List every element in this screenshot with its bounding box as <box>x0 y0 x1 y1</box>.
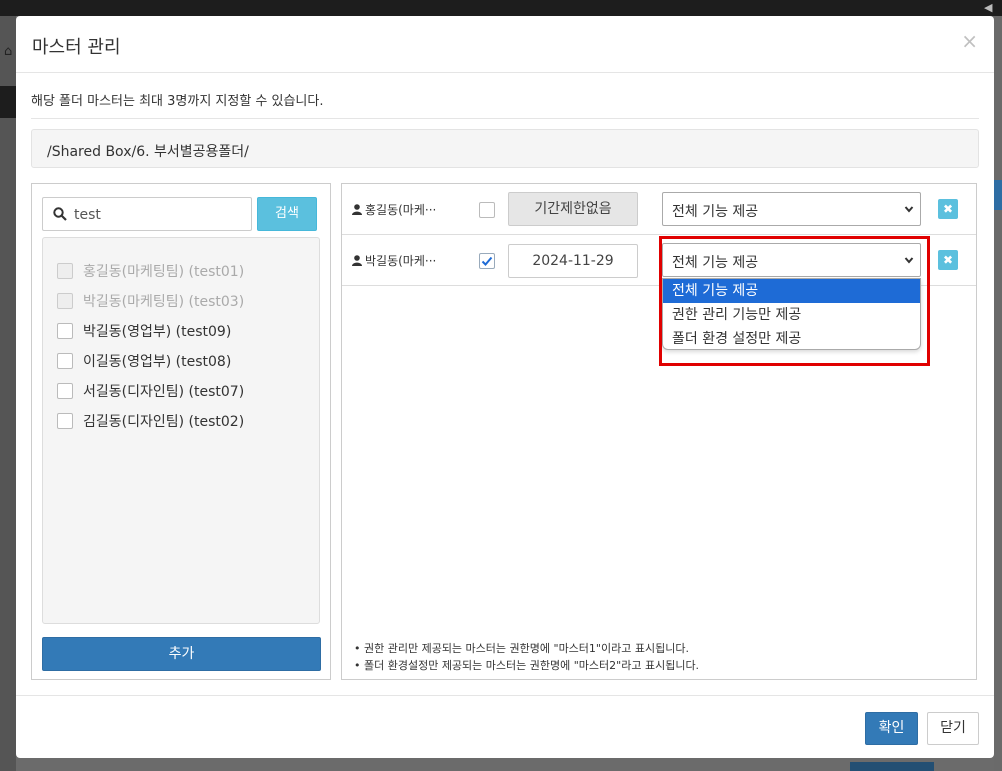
master-name-label: 박길동(마케··· <box>365 254 437 268</box>
remove-master-button[interactable]: ✖ <box>938 250 958 270</box>
search-input-value: test <box>74 207 101 223</box>
user-label: 김길동(디자인팀) (test02) <box>83 414 245 430</box>
note-master2: • 폴더 환경설정만 제공되는 마스터는 권한명에 "마스터2"라고 표시됩니다… <box>354 659 700 672</box>
list-item[interactable]: 서길동(디자인팀) (test07) <box>57 382 244 400</box>
search-icon <box>53 207 67 221</box>
modal-header: 마스터 관리 × <box>16 16 994 73</box>
close-button[interactable]: 닫기 <box>927 712 979 745</box>
modal-title: 마스터 관리 <box>32 37 121 58</box>
list-item: 홍길동(마케팅팀) (test01) <box>57 262 244 280</box>
period-date-input[interactable]: 2024-11-29 <box>508 244 638 278</box>
list-item: 박길동(마케팅팀) (test03) <box>57 292 244 310</box>
user-label: 홍길동(마케팅팀) (test01) <box>83 264 245 280</box>
app-top-bar <box>0 0 1002 16</box>
remove-master-button[interactable]: ✖ <box>938 199 958 219</box>
user-checkbox[interactable] <box>57 353 73 369</box>
list-item[interactable]: 이길동(영업부) (test08) <box>57 352 231 370</box>
period-limit-checkbox[interactable] <box>479 202 495 218</box>
user-icon <box>352 204 362 215</box>
app-nav-band <box>0 86 16 118</box>
home-icon: ⌂ <box>4 44 13 59</box>
master-row: 홍길동(마케··· 기간제한없음 전체 기능 제공 ✖ <box>342 184 976 235</box>
master-name-label: 홍길동(마케··· <box>365 203 437 217</box>
search-button[interactable]: 검색 <box>257 197 317 231</box>
permission-select[interactable]: 전체 기능 제공 <box>662 192 921 226</box>
search-input[interactable]: test <box>42 197 252 231</box>
user-checkbox[interactable] <box>57 383 73 399</box>
user-checkbox <box>57 293 73 309</box>
user-label: 서길동(디자인팀) (test07) <box>83 384 245 400</box>
footer-divider <box>16 695 994 696</box>
close-icon[interactable]: × <box>961 29 978 53</box>
confirm-button[interactable]: 확인 <box>865 712 918 745</box>
app-left-strip <box>0 16 16 771</box>
app-right-tab <box>994 180 1002 210</box>
list-item[interactable]: 김길동(디자인팀) (test02) <box>57 412 244 430</box>
megaphone-icon: ◀ <box>984 1 993 14</box>
add-button[interactable]: 추가 <box>42 637 321 671</box>
app-bottom-button <box>850 762 934 771</box>
user-label: 이길동(영업부) (test08) <box>83 354 232 370</box>
user-checkbox[interactable] <box>57 323 73 339</box>
master-management-modal: 마스터 관리 × 해당 폴더 마스터는 최대 3명까지 지정할 수 있습니다. … <box>16 16 994 758</box>
highlight-box <box>659 236 930 366</box>
user-checkbox <box>57 263 73 279</box>
max-master-notice: 해당 폴더 마스터는 최대 3명까지 지정할 수 있습니다. <box>31 94 324 109</box>
chevron-down-icon <box>904 206 914 213</box>
permission-select-value: 전체 기능 제공 <box>672 204 759 220</box>
master-name: 홍길동(마케··· <box>352 201 436 218</box>
checkmark-icon <box>481 256 493 266</box>
user-label: 박길동(영업부) (test09) <box>83 324 232 340</box>
user-search-panel: test 검색 홍길동(마케팅팀) (test01) 박길동(마케팅팀) (te… <box>31 183 331 680</box>
period-limit-checkbox[interactable] <box>479 253 495 269</box>
user-checkbox[interactable] <box>57 413 73 429</box>
master-name: 박길동(마케··· <box>352 252 436 269</box>
user-list: 홍길동(마케팅팀) (test01) 박길동(마케팅팀) (test03) 박길… <box>42 237 320 624</box>
note-master1: • 권한 관리만 제공되는 마스터는 권한명에 "마스터1"이라고 표시됩니다. <box>354 642 689 655</box>
folder-path: /Shared Box/6. 부서별공용폴더/ <box>31 129 979 168</box>
no-period-limit-button[interactable]: 기간제한없음 <box>508 192 638 226</box>
list-item[interactable]: 박길동(영업부) (test09) <box>57 322 231 340</box>
user-icon <box>352 255 362 266</box>
divider <box>31 118 979 119</box>
user-label: 박길동(마케팅팀) (test03) <box>83 294 245 310</box>
app-right-strip <box>994 16 1002 771</box>
app-bottom <box>16 758 994 771</box>
